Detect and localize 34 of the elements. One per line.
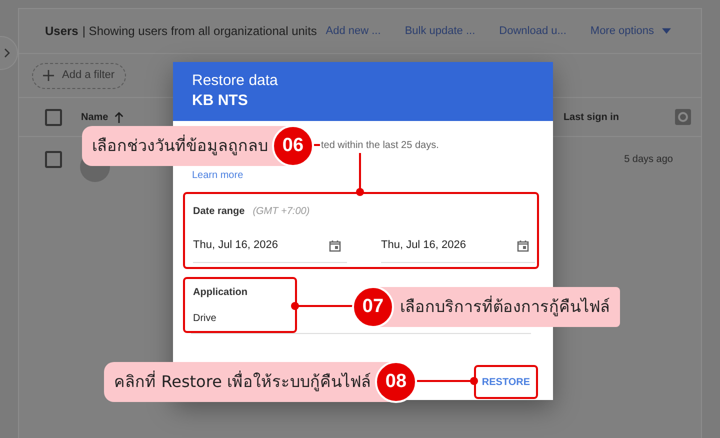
application-field[interactable]: Application Drive bbox=[183, 277, 297, 333]
learn-more-link[interactable]: Learn more bbox=[192, 168, 244, 183]
leader-line bbox=[291, 302, 353, 310]
timezone-label: (GMT +7:00) bbox=[252, 205, 310, 219]
toolbar-link[interactable]: Add new ... bbox=[326, 22, 381, 40]
caret-icon bbox=[662, 28, 671, 34]
toolbar-link[interactable]: Download u... bbox=[499, 22, 566, 40]
add-filter-button[interactable]: Add a filter bbox=[32, 62, 126, 88]
toolbar-link[interactable]: Bulk update ... bbox=[404, 22, 476, 40]
column-header[interactable]: Last sign in bbox=[563, 110, 619, 124]
field-label: Date range bbox=[193, 205, 245, 219]
calendar-icon[interactable] bbox=[517, 240, 529, 252]
field-value: Drive bbox=[193, 312, 218, 326]
settings-icon[interactable] bbox=[675, 109, 691, 125]
restore-button[interactable]: RESTORE bbox=[474, 365, 538, 399]
toolbar-link[interactable]: More options bbox=[590, 22, 671, 40]
page-subtitle: | Showing users from all organizational units bbox=[82, 23, 317, 40]
date-field[interactable]: Thu, Jul 16, 2026 bbox=[381, 229, 535, 263]
dialog-description: ted within the last 25 days. bbox=[320, 138, 440, 153]
sidebar-toggle[interactable] bbox=[0, 36, 18, 70]
column-header[interactable]: Name bbox=[81, 110, 124, 124]
dialog-title: Restore data bbox=[192, 71, 279, 91]
table-cell-text: 5 days ago bbox=[624, 152, 673, 166]
date-field[interactable]: Thu, Jul 16, 2026 bbox=[193, 229, 347, 263]
dialog-subtitle: KB NTS bbox=[192, 91, 249, 111]
checkbox[interactable] bbox=[45, 150, 62, 168]
checkbox[interactable] bbox=[45, 108, 62, 126]
chevron-right-icon bbox=[4, 48, 10, 58]
sort-arrow-icon bbox=[114, 112, 124, 122]
leader-line bbox=[417, 377, 478, 385]
page-title: Users bbox=[45, 23, 78, 40]
calendar-icon[interactable] bbox=[329, 240, 341, 252]
plus-icon bbox=[43, 70, 54, 81]
field-label: Application bbox=[193, 286, 248, 300]
